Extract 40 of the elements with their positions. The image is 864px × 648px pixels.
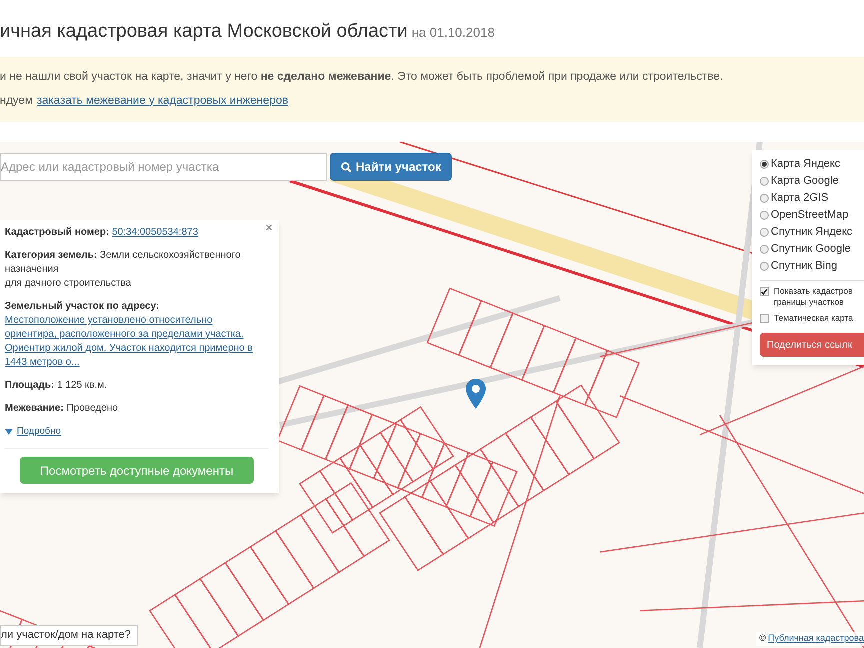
notice-text: и не нашли свой участок на карте, значит у него не сделано межевание. Это может быть проблемой при продаже или строительстве. [0,70,724,84]
info-link[interactable]: 50:34:0050534:873 [112,227,198,238]
order-survey-link[interactable]: заказать межевание у кадастровых инженеров [36,92,288,110]
map-layer-option[interactable]: Спутник Google [760,241,864,258]
radio-button[interactable] [760,160,769,169]
info-field: Земельный участок по адресу: Местоположение установлено относительно ориентира, расположенного за пределами участка. Ориентир жилой дом. Участок находится примерно в 1443 метров о... [5,300,269,370]
share-link-button[interactable]: Поделиться ссылк [760,333,864,357]
map-layer-option[interactable]: Спутник Bing [760,258,864,275]
radio-button[interactable] [760,177,769,186]
checkbox[interactable] [760,314,769,323]
info-field: Межевание: Проведено [5,402,269,416]
info-field: Площадь: 1 125 кв.м. [5,379,269,393]
map-overlay-option[interactable]: Показать кадастров границы участков [760,286,864,308]
map-pin-icon [466,379,486,409]
map-layer-option[interactable]: Спутник Яндекс [760,224,864,241]
close-button[interactable]: × [265,221,273,234]
notice-text: ндуем [0,94,33,109]
caret-icon [5,429,13,436]
radio-button[interactable] [760,194,769,203]
info-field: Категория земель: Земли сельскохозяйственного назначения для дачного строительства [5,249,269,291]
map-layer-option[interactable]: OpenStreetMap [760,207,864,224]
details-link[interactable]: Подробно [17,425,61,440]
search-field[interactable]: Адрес или кадастровый номер участка [0,153,327,181]
info-link[interactable]: Местоположение установлено относительно ориентира, расположенного за пределами участка. Ориентир жилой дом. Участок находится примерно в 1443 метров о... [5,314,263,370]
find-plot-button[interactable]: Найти участок [330,153,452,181]
attribution-link[interactable]: Публичная кадастрова [768,632,864,646]
radio-button[interactable] [760,245,769,254]
radio-button[interactable] [760,211,769,220]
radio-button[interactable] [760,262,769,271]
map-layer-option[interactable]: Карта Google [760,173,864,190]
help-box[interactable]: ли участок/дом на карте? [0,625,138,646]
page-title: ичная кадастровая карта Московской области [0,20,408,44]
map-layer-option[interactable]: Карта Яндекс [760,156,864,173]
map-overlay-option[interactable]: Тематическая карта [760,313,864,324]
map-layer-option[interactable]: Карта 2GIS [760,190,864,207]
search-icon [341,162,352,172]
checkbox[interactable] [760,287,769,296]
radio-button[interactable] [760,228,769,237]
copyright-sign: © [760,632,766,646]
page-date: на 01.10.2018 [412,24,495,42]
